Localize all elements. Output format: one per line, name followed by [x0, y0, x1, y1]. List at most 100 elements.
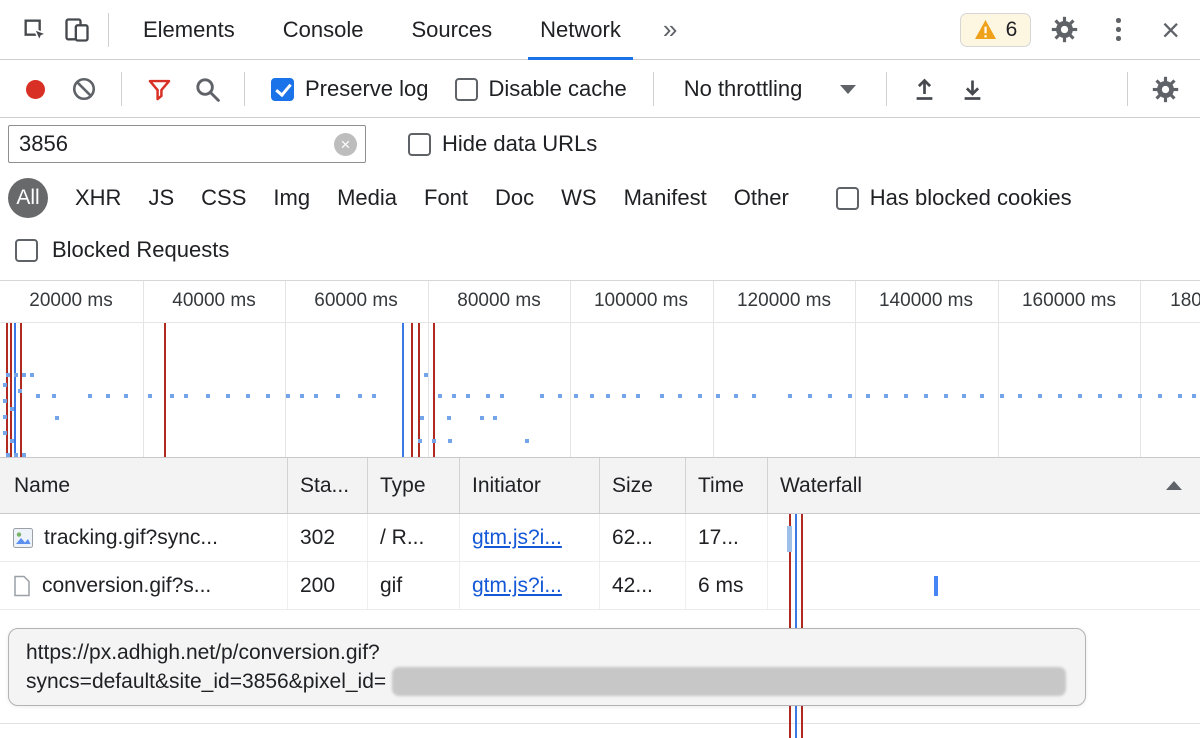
filter-input[interactable] — [8, 125, 366, 163]
clear-icon — [71, 76, 97, 102]
request-dot — [22, 373, 26, 377]
filter-type-xhr[interactable]: XHR — [75, 185, 121, 211]
warning-icon — [974, 19, 997, 40]
export-har-button[interactable] — [951, 66, 993, 112]
settings-button[interactable] — [1043, 7, 1085, 53]
column-header-time[interactable]: Time — [686, 458, 768, 513]
overview-graph — [0, 323, 1200, 457]
request-dot — [286, 394, 290, 398]
device-toolbar-button[interactable] — [56, 7, 98, 53]
blocked-requests-checkbox[interactable]: Blocked Requests — [0, 228, 1200, 272]
request-dot — [1038, 394, 1042, 398]
clear-filter-icon[interactable]: × — [334, 133, 357, 156]
request-dot — [336, 394, 340, 398]
column-header-size[interactable]: Size — [600, 458, 686, 513]
initiator-link[interactable]: gtm.js?i... — [472, 526, 562, 550]
has-blocked-cookies-checkbox[interactable]: Has blocked cookies — [826, 185, 1082, 211]
request-dot — [1098, 394, 1102, 398]
filter-type-all[interactable]: All — [8, 178, 48, 218]
request-dot — [622, 394, 626, 398]
request-dot — [828, 394, 832, 398]
tab-sources[interactable]: Sources — [387, 0, 516, 60]
throttling-value: No throttling — [684, 76, 803, 102]
separator — [121, 72, 122, 106]
request-dot — [3, 431, 7, 435]
image-preview-icon — [12, 527, 34, 549]
request-dot — [636, 394, 640, 398]
redacted-pixel-id — [392, 667, 1066, 696]
waterfall-cell — [768, 562, 1200, 609]
request-dot — [486, 394, 490, 398]
type-cell: gif — [368, 562, 460, 609]
page-event-line — [411, 323, 413, 457]
initiator-link[interactable]: gtm.js?i... — [472, 574, 562, 598]
request-dot — [466, 394, 470, 398]
filter-type-img[interactable]: Img — [273, 185, 310, 211]
request-name: conversion.gif?s... — [42, 574, 211, 598]
resource-type-filters: All XHR JS CSS Img Media Font Doc WS Man… — [0, 176, 1200, 220]
table-row-conversion-gif[interactable]: conversion.gif?s... 200 gif gtm.js?i... … — [0, 562, 1200, 610]
network-settings-button[interactable] — [1144, 66, 1186, 112]
tab-elements[interactable]: Elements — [119, 0, 259, 60]
request-dot — [30, 373, 34, 377]
request-name: tracking.gif?sync... — [44, 526, 218, 550]
column-header-type[interactable]: Type — [368, 458, 460, 513]
separator — [108, 13, 109, 47]
filter-funnel-icon — [146, 76, 173, 103]
request-dot — [962, 394, 966, 398]
initiator-cell: gtm.js?i... — [460, 562, 600, 609]
filter-type-js[interactable]: JS — [148, 185, 174, 211]
network-table-header: Name Sta... Type Initiator Size Time Wat… — [0, 458, 1200, 514]
search-icon — [193, 75, 222, 104]
preserve-log-checkbox[interactable]: Preserve log — [261, 76, 439, 102]
console-warnings-badge[interactable]: 6 — [960, 13, 1032, 47]
hide-data-urls-checkbox[interactable]: Hide data URLs — [398, 131, 607, 157]
more-tabs-button[interactable]: » — [645, 14, 695, 45]
record-network-log-button[interactable] — [26, 80, 45, 99]
time-label: 60000 ms — [314, 290, 397, 312]
network-toolbar: Preserve log Disable cache No throttling — [0, 61, 1200, 118]
search-button[interactable] — [186, 66, 228, 112]
filter-type-media[interactable]: Media — [337, 185, 397, 211]
request-dot — [420, 416, 424, 420]
request-dot — [1000, 394, 1004, 398]
import-har-button[interactable] — [903, 66, 945, 112]
request-dot — [226, 394, 230, 398]
filter-type-doc[interactable]: Doc — [495, 185, 534, 211]
close-devtools-button[interactable]: × — [1151, 14, 1190, 46]
filter-toggle-button[interactable] — [138, 66, 180, 112]
clear-network-log-button[interactable] — [63, 66, 105, 112]
hide-data-urls-label: Hide data URLs — [442, 131, 597, 157]
request-dot — [88, 394, 92, 398]
url-tooltip: https://px.adhigh.net/p/conversion.gif? … — [8, 628, 1086, 706]
request-dot — [3, 383, 7, 387]
column-header-status[interactable]: Sta... — [288, 458, 368, 513]
filter-type-font[interactable]: Font — [424, 185, 468, 211]
request-dot — [606, 394, 610, 398]
time-label: 100000 ms — [594, 290, 688, 312]
filter-type-other[interactable]: Other — [734, 185, 789, 211]
request-dot — [106, 394, 110, 398]
disable-cache-label: Disable cache — [489, 76, 627, 102]
overview-timeline[interactable]: 20000 ms40000 ms60000 ms80000 ms100000 m… — [0, 280, 1200, 458]
filter-type-manifest[interactable]: Manifest — [624, 185, 707, 211]
filter-type-css[interactable]: CSS — [201, 185, 246, 211]
tab-network[interactable]: Network — [516, 0, 645, 60]
disable-cache-checkbox[interactable]: Disable cache — [445, 76, 637, 102]
has-blocked-cookies-label: Has blocked cookies — [870, 185, 1072, 211]
column-header-name[interactable]: Name — [0, 458, 288, 513]
table-row-tracking-gif[interactable]: tracking.gif?sync... 302 / R... gtm.js?i… — [0, 514, 1200, 562]
tab-console[interactable]: Console — [259, 0, 388, 60]
more-options-button[interactable] — [1097, 7, 1139, 53]
request-dot — [788, 394, 792, 398]
column-header-initiator[interactable]: Initiator — [460, 458, 600, 513]
column-header-waterfall[interactable]: Waterfall — [768, 458, 1200, 513]
request-dot — [184, 394, 188, 398]
separator — [244, 72, 245, 106]
time-label: 160000 ms — [1022, 290, 1116, 312]
throttling-dropdown[interactable]: No throttling — [670, 76, 871, 102]
inspect-element-button[interactable] — [14, 7, 56, 53]
request-dot — [1018, 394, 1022, 398]
blocked-requests-label: Blocked Requests — [52, 237, 229, 263]
filter-type-ws[interactable]: WS — [561, 185, 596, 211]
